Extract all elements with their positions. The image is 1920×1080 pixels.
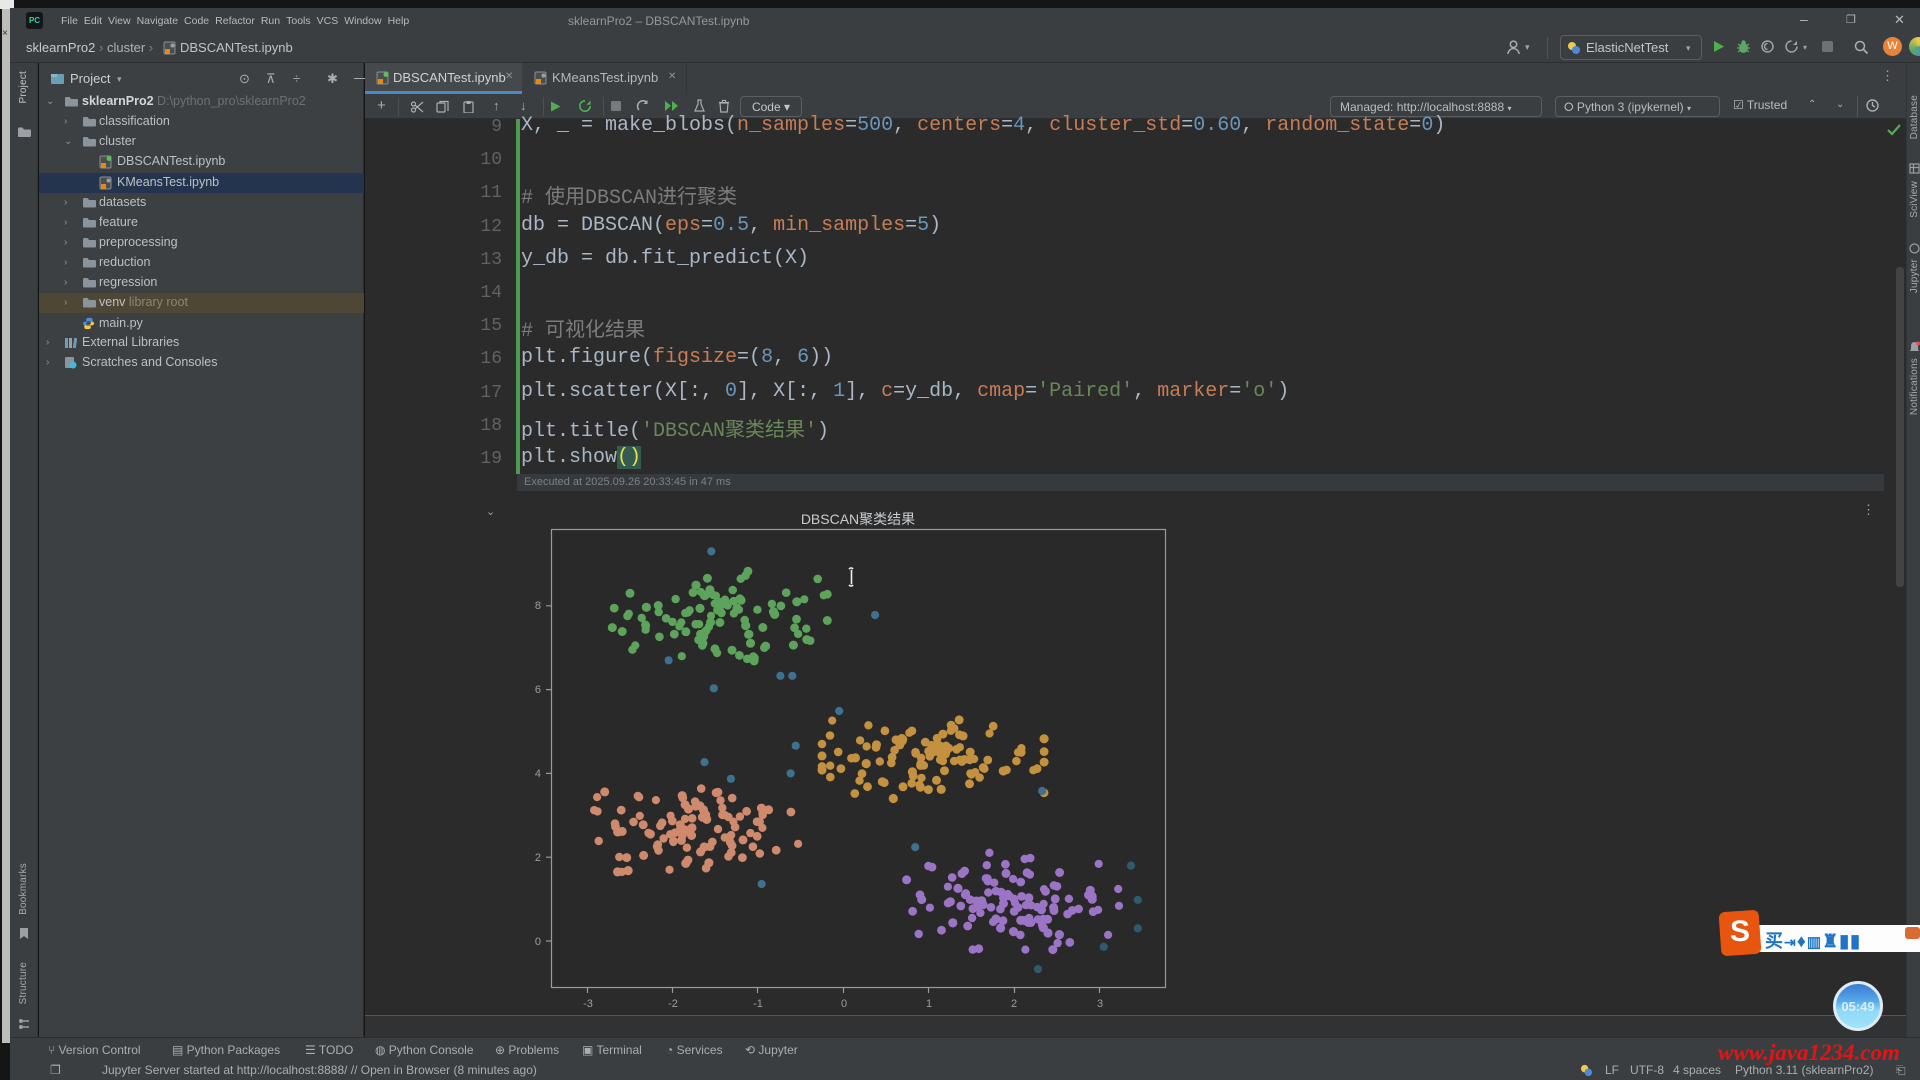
svg-text:0: 0 (841, 998, 847, 1010)
svg-text:4: 4 (535, 768, 541, 780)
svg-text:2: 2 (535, 852, 541, 864)
svg-text:8: 8 (535, 600, 541, 612)
svg-text:-1: -1 (753, 998, 763, 1010)
svg-text:3: 3 (1097, 998, 1103, 1010)
svg-text:-2: -2 (668, 998, 678, 1010)
svg-text:2: 2 (1011, 998, 1017, 1010)
svg-text:0: 0 (535, 936, 541, 948)
svg-text:1: 1 (926, 998, 932, 1010)
svg-text:DBSCAN聚类结果: DBSCAN聚类结果 (801, 511, 915, 527)
svg-text:-3: -3 (583, 998, 593, 1010)
svg-text:6: 6 (535, 684, 541, 696)
